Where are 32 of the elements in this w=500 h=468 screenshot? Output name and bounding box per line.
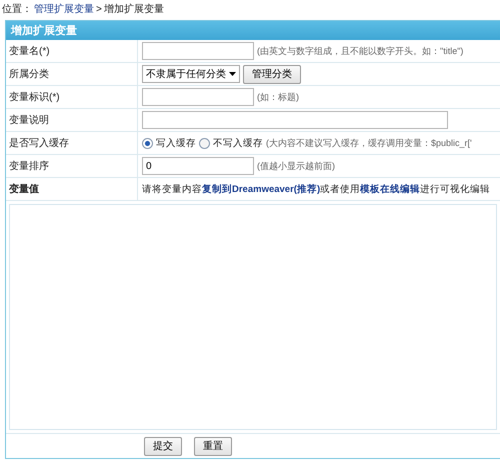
field-label: 所属分类 (6, 63, 138, 85)
reset-button[interactable]: 重置 (194, 436, 232, 456)
link[interactable]: 复制到Dreamweaver(推荐) (202, 184, 320, 194)
field-label: 变量标识(*) (6, 86, 138, 108)
instruction-text: 请将变量内容复制到Dreamweaver(推荐)或者使用模板在线编辑进行可视化编辑 (142, 182, 490, 196)
field-label: 是否写入缓存 (6, 132, 138, 154)
radio-button[interactable] (199, 138, 210, 148)
radio-label[interactable]: 写入缓存 (156, 136, 196, 150)
field-hint: (如：标题) (257, 90, 299, 104)
breadcrumb-prefix: 位置： (2, 2, 32, 16)
text-field[interactable] (142, 88, 254, 106)
text-field[interactable] (142, 42, 254, 60)
category-dropdown[interactable]: 不隶属于任何分类 (142, 65, 240, 83)
field-label: 变量排序 (6, 155, 138, 177)
radio-label[interactable]: 不写入缓存 (213, 136, 263, 150)
field-label: 变量值 (6, 178, 138, 200)
field-hint: (大内容不建议写入缓存，缓存调用变量：$public_r[' (266, 136, 472, 150)
submit-button[interactable]: 提交 (144, 436, 182, 456)
panel-title: 增加扩展变量 (6, 21, 500, 40)
caret-icon (229, 72, 236, 76)
field-label: 变量说明 (6, 109, 138, 131)
breadcrumb-current: 增加扩展变量 (104, 2, 164, 16)
text-field[interactable] (142, 111, 448, 129)
breadcrumb-separator: > (96, 4, 102, 14)
field-hint: (由英文与数字组成，且不能以数字开头。如："title") (257, 44, 464, 58)
text-field[interactable]: 0 (142, 157, 254, 175)
manage-category-button[interactable]: 管理分类 (243, 64, 301, 84)
link[interactable]: 模板在线编辑 (360, 184, 420, 194)
breadcrumb-link[interactable]: 管理扩展变量 (34, 2, 94, 16)
field-label: 变量名(*) (6, 40, 138, 62)
radio-button[interactable] (142, 138, 153, 148)
field-hint: (值越小显示越前面) (257, 160, 335, 172)
